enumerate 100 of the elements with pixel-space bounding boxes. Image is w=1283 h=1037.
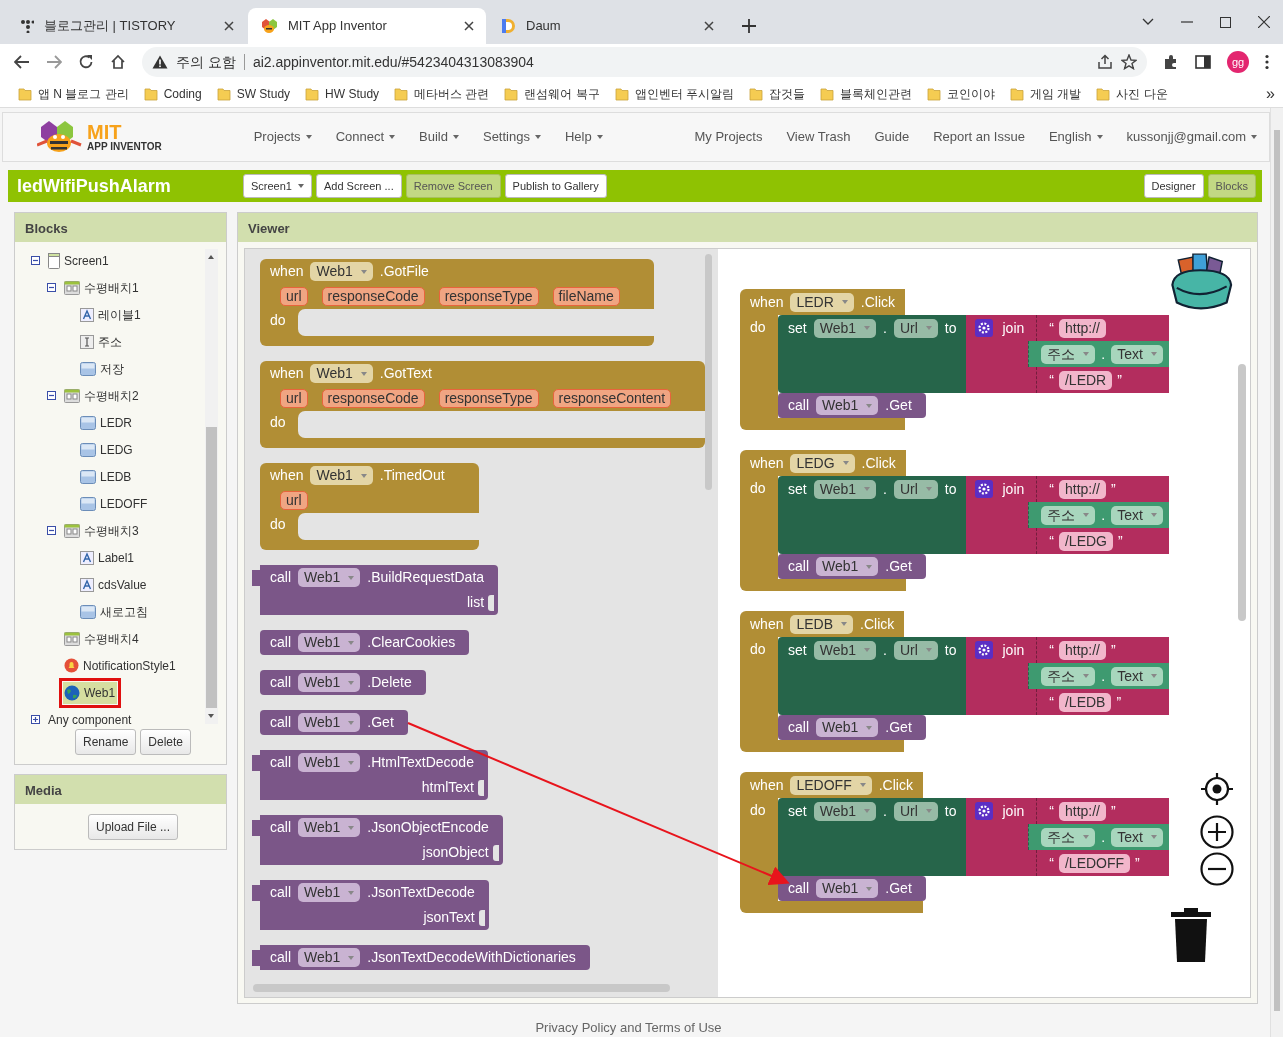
component-dropdown[interactable]: Web1 bbox=[298, 753, 361, 772]
tree-item[interactable]: 주소 bbox=[79, 330, 124, 353]
collapse-icon[interactable] bbox=[31, 256, 40, 265]
reload-icon[interactable] bbox=[78, 54, 94, 70]
browser-tab[interactable]: 블로그관리 | TISTORY bbox=[8, 8, 246, 44]
component-dropdown[interactable]: Web1 bbox=[813, 479, 876, 499]
menu-item[interactable]: Report an Issue bbox=[921, 127, 1037, 147]
component-dropdown[interactable]: LEDG bbox=[790, 453, 855, 473]
collapse-icon[interactable] bbox=[47, 526, 56, 535]
text-value[interactable]: http:// bbox=[1058, 479, 1106, 499]
property-dropdown[interactable]: Url bbox=[893, 318, 938, 338]
getter-block[interactable]: 주소 . Text bbox=[1028, 341, 1169, 367]
scrollbar[interactable] bbox=[1270, 108, 1283, 1037]
bookmark-folder[interactable]: 메타버스 관련 bbox=[394, 84, 490, 103]
toolbar-button[interactable]: Screen1 bbox=[243, 173, 312, 199]
event-block[interactable]: when LEDG .Click do set Web1 . Url to join “ http:// ” 주소 . Text “ /LEDG ” call Web1 .Get bbox=[740, 450, 1169, 591]
component-dropdown[interactable]: Web1 bbox=[816, 396, 879, 415]
zoom-in-icon[interactable] bbox=[1200, 815, 1234, 849]
join-block[interactable]: join “ http:// ” 주소 . Text “ /LEDOFF ” bbox=[966, 798, 1169, 876]
set-block[interactable]: set Web1 . Url to bbox=[778, 315, 967, 393]
tree-item[interactable]: NotificationStyle1 bbox=[63, 654, 178, 677]
puzzle-icon[interactable] bbox=[1163, 54, 1179, 70]
collapse-icon[interactable] bbox=[47, 391, 56, 400]
bookmark-folder[interactable]: HW Study bbox=[305, 84, 380, 103]
menu-item[interactable]: Connect bbox=[323, 127, 408, 147]
component-dropdown[interactable]: 주소 bbox=[1041, 827, 1096, 847]
bookmark-folder[interactable]: 코인이야 bbox=[927, 84, 996, 103]
view-toggle-button[interactable]: Designer bbox=[1143, 173, 1204, 199]
menu-item[interactable]: View Trash bbox=[774, 127, 863, 147]
component-dropdown[interactable]: Web1 bbox=[813, 640, 876, 660]
menu-item[interactable]: Help bbox=[552, 127, 615, 147]
bookmark-folder[interactable]: Coding bbox=[143, 84, 202, 103]
event-block[interactable]: when Web1 .GotText url responseCode responseType responseContent do bbox=[260, 361, 706, 448]
tree-item[interactable]: LEDOFF bbox=[79, 492, 150, 515]
text-value[interactable]: /LEDB bbox=[1058, 692, 1112, 712]
menu-item[interactable]: Guide bbox=[862, 127, 922, 147]
property-dropdown[interactable]: Url bbox=[893, 801, 938, 821]
menu-icon[interactable] bbox=[1265, 54, 1269, 70]
view-toggle-button[interactable]: Blocks bbox=[1207, 173, 1256, 199]
gear-icon[interactable] bbox=[974, 318, 995, 338]
method-block[interactable]: call Web1 .Get bbox=[260, 710, 408, 735]
component-dropdown[interactable]: 주소 bbox=[1041, 666, 1096, 686]
method-block[interactable]: call Web1 .BuildRequestData list bbox=[252, 565, 499, 615]
method-block[interactable]: call Web1 .Get bbox=[778, 876, 926, 901]
upload-button[interactable]: Upload File ... bbox=[87, 814, 178, 840]
tree-item[interactable]: 수평배치3 bbox=[63, 519, 141, 542]
component-dropdown[interactable]: Web1 bbox=[298, 633, 361, 652]
bookmark-folder[interactable]: 블록체인관련 bbox=[820, 84, 913, 103]
panel-button[interactable]: Rename bbox=[74, 729, 137, 755]
parameter-chip[interactable]: responseType bbox=[438, 287, 539, 306]
parameter-chip[interactable]: url bbox=[280, 491, 308, 510]
tree-item[interactable]: 새로고침 bbox=[79, 600, 150, 623]
method-block[interactable]: call Web1 .JsonObjectEncode jsonObject bbox=[252, 815, 503, 865]
getter-block[interactable]: 주소 . Text bbox=[1028, 502, 1169, 528]
tree-item[interactable]: 레이블1 bbox=[79, 303, 143, 326]
component-dropdown[interactable]: LEDOFF bbox=[790, 775, 872, 795]
text-value[interactable]: /LEDR bbox=[1058, 370, 1113, 390]
component-dropdown[interactable]: Web1 bbox=[298, 673, 361, 692]
property-dropdown[interactable]: Url bbox=[893, 479, 938, 499]
expand-icon[interactable] bbox=[31, 715, 40, 724]
parameter-chip[interactable]: url bbox=[280, 287, 308, 306]
set-block[interactable]: set Web1 . Url to bbox=[778, 476, 967, 554]
component-dropdown[interactable]: Web1 bbox=[298, 568, 361, 587]
method-block[interactable]: call Web1 .JsonTextDecodeWithDictionaries bbox=[252, 945, 590, 970]
set-block[interactable]: set Web1 . Url to bbox=[778, 637, 967, 715]
home-icon[interactable] bbox=[110, 54, 126, 70]
bookmark-folder[interactable]: 게임 개발 bbox=[1010, 84, 1082, 103]
parameter-chip[interactable]: fileName bbox=[552, 287, 620, 306]
tree-item[interactable]: 수평배치2 bbox=[63, 384, 141, 407]
tree-item[interactable]: 수평배치1 bbox=[63, 276, 141, 299]
component-dropdown[interactable]: Web1 bbox=[816, 879, 879, 898]
component-dropdown[interactable]: Web1 bbox=[310, 262, 373, 281]
method-block[interactable]: call Web1 .Get bbox=[778, 393, 926, 418]
menu-item[interactable]: Projects bbox=[241, 127, 324, 147]
close-icon[interactable] bbox=[1258, 16, 1270, 28]
component-dropdown[interactable]: LEDR bbox=[790, 292, 854, 312]
getter-block[interactable]: 주소 . Text bbox=[1028, 824, 1169, 850]
tree-item[interactable]: LEDB bbox=[79, 465, 134, 488]
bookmark-folder[interactable]: 사진 다운 bbox=[1096, 84, 1168, 103]
property-dropdown[interactable]: Text bbox=[1111, 666, 1163, 686]
event-block[interactable]: when LEDOFF .Click do set Web1 . Url to join “ http:// ” 주소 . Text “ /LEDOFF ” call Web1 .Get bbox=[740, 772, 1169, 913]
component-dropdown[interactable]: Web1 bbox=[816, 718, 879, 737]
close-icon[interactable] bbox=[704, 21, 714, 31]
menu-item[interactable]: Settings bbox=[470, 127, 553, 147]
back-icon[interactable] bbox=[14, 55, 30, 69]
gear-icon[interactable] bbox=[974, 801, 995, 821]
panel-button[interactable]: Delete bbox=[140, 729, 191, 755]
text-value[interactable]: /LEDOFF bbox=[1058, 853, 1131, 873]
property-dropdown[interactable]: Url bbox=[893, 640, 938, 660]
tree-item[interactable]: 저장 bbox=[79, 357, 126, 380]
method-block[interactable]: call Web1 .HtmlTextDecode htmlText bbox=[252, 750, 488, 800]
method-block[interactable]: call Web1 .Delete bbox=[260, 670, 426, 695]
property-dropdown[interactable]: Text bbox=[1111, 505, 1163, 525]
more-bookmarks-button[interactable]: » bbox=[1266, 81, 1275, 106]
getter-block[interactable]: 주소 . Text bbox=[1028, 663, 1169, 689]
component-dropdown[interactable]: Web1 bbox=[298, 948, 361, 967]
tree-item[interactable]: LEDG bbox=[79, 438, 135, 461]
text-value[interactable]: http:// bbox=[1058, 318, 1106, 338]
component-dropdown[interactable]: 주소 bbox=[1041, 344, 1096, 364]
component-dropdown[interactable]: 주소 bbox=[1041, 505, 1096, 525]
